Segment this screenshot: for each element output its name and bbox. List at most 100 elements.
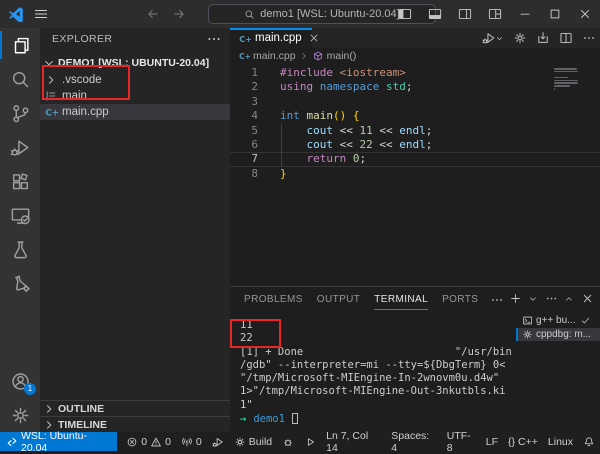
line-number: 6 <box>230 138 258 152</box>
plus-icon <box>509 292 522 305</box>
panel-more-button[interactable] <box>545 292 558 305</box>
breadcrumb-file[interactable]: main.cpp <box>253 50 296 62</box>
code-line-3[interactable]: 3 <box>230 95 600 109</box>
status-remote-os[interactable]: Linux <box>543 432 578 451</box>
status-remote-indicator[interactable]: WSL: Ubuntu-20.04 <box>0 432 117 451</box>
activity-explorer[interactable] <box>0 28 40 62</box>
panel-tab-problems[interactable]: PROBLEMS <box>244 287 303 312</box>
activity-search[interactable] <box>0 62 40 96</box>
toggle-panel-button[interactable] <box>420 0 450 28</box>
activity-testing[interactable] <box>0 232 40 266</box>
ellipsis-icon <box>582 31 596 45</box>
terminal-session-task[interactable]: g++ bu... <box>516 314 600 327</box>
workspace-section-header[interactable]: DEMO1 [WSL: UBUNTU-20.04] <box>40 54 230 72</box>
menu-icon[interactable] <box>33 6 49 22</box>
breadcrumb-symbol[interactable]: main() <box>327 50 357 62</box>
chevron-up-icon <box>564 294 574 304</box>
line-number: 8 <box>230 167 258 181</box>
code-line-6[interactable]: 6 cout << 22 << endl; <box>230 138 600 152</box>
minimap-line <box>554 88 555 90</box>
terminal-line: 1" <box>240 399 510 412</box>
debug-configure-button[interactable] <box>513 31 527 45</box>
panel-tab-ports[interactable]: PORTS <box>442 287 478 312</box>
close-tab-icon[interactable] <box>308 32 320 44</box>
explorer-title: EXPLORER <box>52 33 112 45</box>
panel-tabs-more-icon[interactable] <box>490 293 504 307</box>
maximize-panel-button[interactable] <box>565 294 574 304</box>
explorer-more-actions-icon[interactable] <box>206 31 222 47</box>
line-number: 2 <box>230 80 258 94</box>
status-encoding[interactable]: UTF-8 <box>442 432 481 451</box>
minimize-button[interactable] <box>510 0 540 28</box>
cpp-file-icon: C+ <box>44 105 58 119</box>
launch-profile-button[interactable] <box>529 294 538 304</box>
window-controls <box>510 0 600 28</box>
outline-section[interactable]: OUTLINE <box>40 400 230 416</box>
close-button[interactable] <box>570 0 600 28</box>
split-editor-button[interactable] <box>559 31 573 45</box>
more-actions-button[interactable] <box>582 31 596 45</box>
status-cursor-position[interactable]: Ln 7, Col 14 <box>321 432 386 451</box>
minimap[interactable] <box>554 68 580 91</box>
run-or-debug-button[interactable] <box>482 31 504 45</box>
tab-main-cpp[interactable]: C+ main.cpp <box>230 28 312 48</box>
line-content: } <box>258 167 287 181</box>
cpp-file-icon: C+ <box>238 50 250 62</box>
debug-icon <box>482 31 496 45</box>
back-arrow-icon[interactable] <box>146 7 160 21</box>
code-line-1[interactable]: 1#include <iostream> <box>230 66 600 80</box>
toggle-secondary-sidebar-button[interactable] <box>450 0 480 28</box>
panel-tab-terminal[interactable]: TERMINAL <box>374 287 428 312</box>
layout-secondary-icon <box>458 7 472 21</box>
run-task-button[interactable] <box>536 31 550 45</box>
status-text: UTF-8 <box>447 430 476 454</box>
close-panel-button[interactable] <box>581 292 594 305</box>
code-editor[interactable]: 1#include <iostream>2using namespace std… <box>230 64 600 286</box>
panel-tab-output[interactable]: OUTPUT <box>317 287 361 312</box>
chevron-down-icon <box>495 34 504 43</box>
titlebar: demo1 [WSL: Ubuntu-20.04] <box>0 0 600 28</box>
status-debug-target[interactable] <box>277 432 299 451</box>
status-cmake-build[interactable]: Build <box>229 432 277 451</box>
cpp-file-icon: C+ <box>238 32 251 45</box>
line-number: 3 <box>230 95 258 109</box>
forward-arrow-icon[interactable] <box>172 7 186 21</box>
status-eol[interactable]: LF <box>481 432 503 451</box>
layout-panel-icon <box>428 7 442 21</box>
activity-remote-explorer[interactable] <box>0 198 40 232</box>
tree-item-main-cpp[interactable]: C+main.cpp <box>40 104 230 120</box>
editor-group: C+ main.cpp C+ main.cpp main() 1#include… <box>230 28 600 286</box>
terminal-output[interactable]: 1122[1] + Done "/usr/bin/gdb" --interpre… <box>240 319 510 432</box>
activity-extensions[interactable] <box>0 164 40 198</box>
code-line-5[interactable]: 5 cout << 11 << endl; <box>230 124 600 138</box>
activity-accounts[interactable]: 1 <box>0 364 40 398</box>
status-indentation[interactable]: Spaces: 4 <box>386 432 441 451</box>
customize-layout-button[interactable] <box>480 0 510 28</box>
code-line-7[interactable]: 7 return 0; <box>230 152 600 166</box>
maximize-button[interactable] <box>540 0 570 28</box>
status-ports-forwarded[interactable]: 0 <box>176 432 207 451</box>
status-notifications[interactable] <box>578 432 600 451</box>
tree-item-main[interactable]: main <box>40 88 230 104</box>
status-debug-launch[interactable] <box>207 432 229 451</box>
status-run-target[interactable] <box>299 432 321 451</box>
code-line-4[interactable]: 4int main() { <box>230 109 600 123</box>
gear-icon <box>513 31 527 45</box>
split-icon <box>559 31 573 45</box>
status-language-mode[interactable]: {}C++ <box>503 432 543 451</box>
code-line-2[interactable]: 2using namespace std; <box>230 80 600 94</box>
minimap-line <box>554 82 578 84</box>
gear-icon <box>10 405 31 426</box>
activity-settings[interactable] <box>0 398 40 432</box>
tree-item--vscode[interactable]: .vscode <box>40 72 230 88</box>
new-terminal-button[interactable] <box>509 292 522 305</box>
status-problems[interactable]: 00 <box>121 432 176 451</box>
code-line-8[interactable]: 8} <box>230 167 600 181</box>
activity-source-control[interactable] <box>0 96 40 130</box>
status-bar: WSL: Ubuntu-20.04000Build Ln 7, Col 14Sp… <box>0 432 600 451</box>
toggle-primary-sidebar-button[interactable] <box>390 0 420 28</box>
terminal-session-cppdbg[interactable]: cppdbg: m... <box>516 328 600 341</box>
activity-test-tool[interactable] <box>0 266 40 300</box>
activity-run-and-debug[interactable] <box>0 130 40 164</box>
close-icon <box>581 292 594 305</box>
